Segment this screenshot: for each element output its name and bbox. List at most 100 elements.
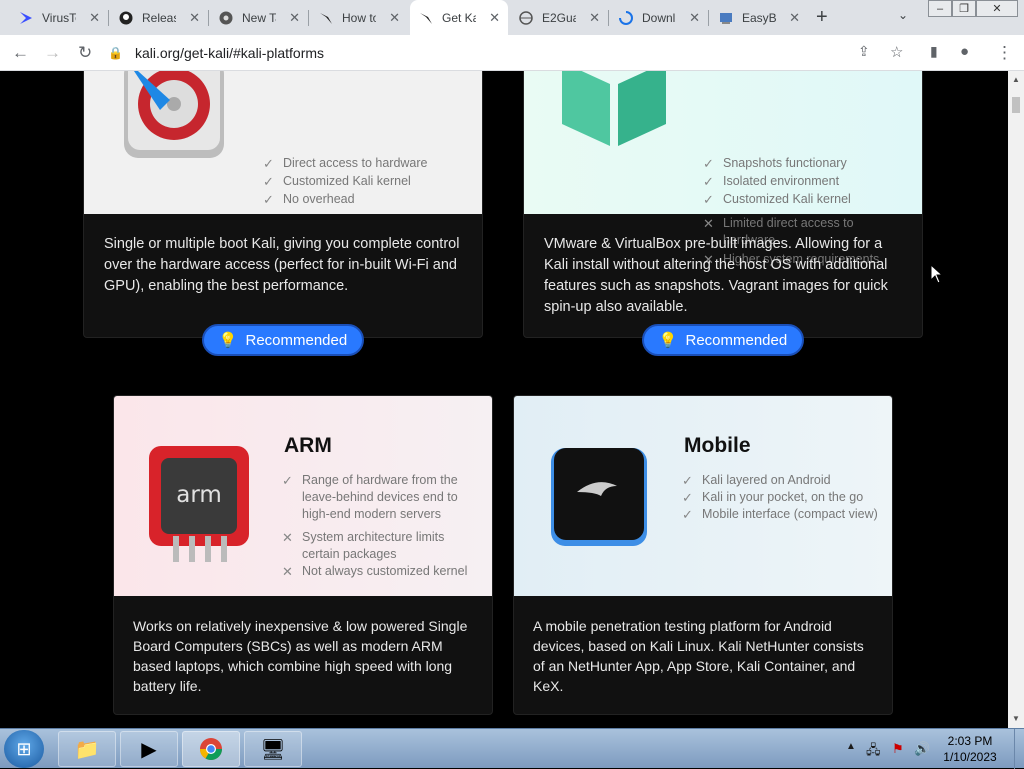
feature-item: ✕ Not always customized kernel [282,563,468,580]
share-icon[interactable]: ⇪ [858,43,870,60]
feature-text: Kali layered on Android [702,473,831,487]
feature-item: ✓ Direct access to hardware [263,155,428,172]
kali-dragon-icon [318,10,334,26]
badge-label: Recommended [245,331,348,349]
clock-time: 2:03 PM [947,734,993,748]
forward-arrow-icon[interactable]: → [44,43,61,63]
feature-text: Range of hardware from the leave-behind … [302,473,458,521]
page-scrollbar[interactable]: ▲ ▼ [1008,71,1024,728]
tab-divider [208,10,209,26]
scroll-up-arrow-icon[interactable]: ▲ [1012,75,1020,84]
feature-text: Customized Kali kernel [283,174,411,188]
card-description: VMware & VirtualBox pre-built images. Al… [544,236,888,315]
chrome-icon [218,10,234,26]
back-arrow-icon[interactable]: ← [12,43,29,63]
taskbar-media-player[interactable]: ▶ [120,731,178,767]
feature-item: ✓ No overhead [263,191,355,208]
flag-alert-tray-icon[interactable]: ⚑ [892,741,904,757]
check-icon: ✓ [703,192,714,207]
tab-title: EasyB [742,10,776,25]
lightbulb-icon: 💡 [218,332,238,349]
taskbar-network-app[interactable]: 🖥 [244,731,302,767]
tab-search-chevron-icon[interactable]: ⌄ [898,8,908,22]
browser-toolbar: ← → ↻ 🔒 kali.org/get-kali/#kali-platform… [0,35,1024,71]
close-icon[interactable]: ✕ [89,10,100,26]
show-desktop-button[interactable] [1014,729,1024,769]
system-clock[interactable]: 2:03 PM 1/10/2023 [930,733,1010,765]
tab-virustotal[interactable]: VirusTo ✕ [10,0,108,35]
network-app-icon: 🖥 [260,738,286,761]
taskbar-explorer[interactable]: 📁 [58,731,116,767]
address-bar[interactable]: 🔒 kali.org/get-kali/#kali-platforms [108,40,920,66]
github-icon [118,10,134,26]
profile-avatar-icon[interactable]: ● [960,43,969,60]
new-tab-button[interactable]: + [816,6,828,29]
chrome-icon [200,738,222,760]
scroll-down-arrow-icon[interactable]: ▼ [1012,714,1020,723]
close-icon[interactable]: ✕ [589,10,600,26]
start-button[interactable]: ⊞ [4,730,44,768]
reload-icon[interactable]: ↻ [78,43,92,63]
tab-releases[interactable]: Releas ✕ [110,0,208,35]
feature-text: Customized Kali kernel [723,192,851,206]
tab-divider [308,10,309,26]
feature-item: ✓ Kali in your pocket, on the go [682,489,863,506]
mouse-cursor-icon [930,264,944,284]
cross-icon: ✕ [282,530,293,545]
feature-item: ✓ Kali layered on Android [682,472,831,489]
close-window-button[interactable]: ✕ [976,0,1018,17]
kali-dragon-icon [418,10,434,26]
feature-item: ✓ Isolated environment [703,173,839,190]
lock-icon[interactable]: 🔒 [108,46,123,60]
network-tray-icon[interactable]: 🖧 [866,741,881,763]
tab-new-tab[interactable]: New Ta ✕ [210,0,308,35]
feature-text: Direct access to hardware [283,156,428,170]
arm-card: arm ARM ✓ Range of hardware from the leav… [113,395,493,715]
close-icon[interactable]: ✕ [789,10,800,26]
check-icon: ✓ [263,192,274,207]
feature-text: System architecture limits certain packa… [302,530,445,561]
card-description: A mobile penetration testing platform fo… [533,618,864,694]
bookmark-star-icon[interactable]: ☆ [890,43,903,61]
tab-title: E2Gua [542,10,576,25]
url-text[interactable]: kali.org/get-kali/#kali-platforms [135,45,324,61]
taskbar-chrome[interactable] [182,731,240,767]
recommended-badge[interactable]: 💡 Recommended [202,324,364,356]
clock-date: 1/10/2023 [943,750,997,764]
recommended-badge[interactable]: 💡 Recommended [642,324,804,356]
close-icon[interactable]: ✕ [689,10,700,26]
kali-platforms-page: ✓ Direct access to hardware ✓ Customized K… [0,71,1008,728]
tab-divider [608,10,609,26]
feature-item: ✓ Customized Kali kernel [703,191,851,208]
check-icon: ✓ [682,490,693,505]
close-icon[interactable]: ✕ [489,10,500,26]
tab-strip: VirusTo ✕ Releas ✕ New Ta ✕ How to ✕ Get… [0,0,1024,35]
side-panel-icon[interactable]: ▮ [930,43,938,60]
tab-e2guardian[interactable]: E2Gua ✕ [510,0,608,35]
tab-download[interactable]: Downl ✕ [610,0,708,35]
check-icon: ✓ [703,156,714,171]
tab-how-to[interactable]: How to ✕ [310,0,408,35]
restore-button[interactable]: ❐ [952,0,976,17]
volume-tray-icon[interactable]: 🔊 [914,741,930,757]
tab-title: Releas [142,10,176,25]
tab-easyb[interactable]: EasyB ✕ [710,0,808,35]
menu-kebab-icon[interactable]: ⋮ [996,43,1013,63]
tab-get-kali[interactable]: Get Ka ✕ [410,0,508,35]
close-icon[interactable]: ✕ [389,10,400,26]
close-icon[interactable]: ✕ [289,10,300,26]
card-title: Mobile [684,434,751,457]
feature-text: No overhead [283,192,355,206]
minimize-button[interactable]: – [928,0,952,17]
virustotal-icon [18,10,34,26]
smartphone-icon [551,448,647,546]
feature-item: ✓ Snapshots functionary [703,155,847,172]
tray-expand-icon[interactable]: ▲ [846,741,856,752]
close-icon[interactable]: ✕ [189,10,200,26]
app-icon [718,10,734,26]
feature-text: Not always customized kernel [302,564,468,578]
tab-title: Get Ka [442,10,476,25]
check-icon: ✓ [282,473,293,488]
scrollbar-thumb[interactable] [1012,97,1020,113]
cross-icon: ✕ [282,564,293,579]
